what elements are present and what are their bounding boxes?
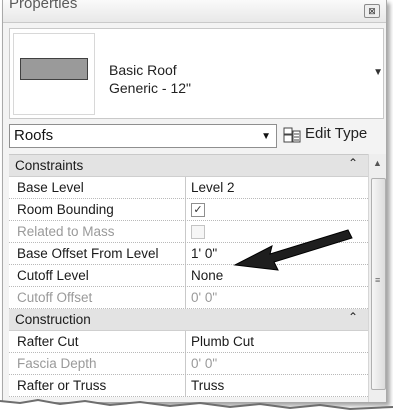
- property-row-rafter-cut[interactable]: Rafter Cut Plumb Cut: [9, 331, 368, 353]
- vertical-scrollbar[interactable]: ▲ ≡: [368, 154, 386, 402]
- property-name: Rafter or Truss: [17, 378, 107, 393]
- property-value[interactable]: Level 2: [191, 180, 235, 195]
- group-header-construction[interactable]: Construction ⌃: [9, 309, 368, 331]
- column-divider: [185, 331, 186, 352]
- scrollbar-thumb[interactable]: ≡: [371, 178, 386, 390]
- property-value: 0' 0": [191, 356, 218, 371]
- property-row-base-level[interactable]: Base Level Level 2: [9, 177, 368, 199]
- column-divider: [185, 243, 186, 264]
- scroll-up-icon[interactable]: ▲: [373, 158, 382, 168]
- property-value[interactable]: None: [191, 268, 223, 283]
- group-header-constraints[interactable]: Constraints ⌃: [9, 155, 368, 177]
- column-divider: [185, 287, 186, 308]
- property-name: Rafter Cut: [17, 334, 79, 349]
- type-family-name: Basic Roof: [109, 62, 177, 78]
- property-row-fascia-depth: Fascia Depth 0' 0": [9, 353, 368, 375]
- column-divider: [185, 221, 186, 242]
- property-row-cutoff-offset: Cutoff Offset 0' 0": [9, 287, 368, 309]
- edit-type-icon: [283, 127, 301, 143]
- property-name: Cutoff Offset: [17, 290, 93, 305]
- property-name: Room Bounding: [17, 202, 114, 217]
- property-name: Base Level: [17, 180, 84, 195]
- properties-palette: Properties ⊠ Basic Roof Generic - 12" ▼ …: [2, 0, 387, 403]
- column-divider: [185, 265, 186, 286]
- room-bounding-checkbox[interactable]: ✓: [191, 203, 205, 217]
- property-row-rafter-or-truss[interactable]: Rafter or Truss Truss: [9, 375, 368, 397]
- type-variant-name: Generic - 12": [109, 80, 192, 96]
- type-preview-image: [13, 33, 95, 115]
- instance-filter-row: Roofs ▼ Edit Type: [9, 124, 382, 148]
- roof-swatch: [20, 58, 88, 80]
- collapse-icon[interactable]: ⌃: [348, 156, 358, 170]
- torn-edge-decoration: [0, 398, 393, 415]
- group-label: Constraints: [15, 158, 84, 173]
- related-to-mass-checkbox: [191, 225, 205, 239]
- column-divider: [185, 177, 186, 198]
- chevron-down-icon[interactable]: ▼: [261, 131, 271, 142]
- column-divider: [185, 375, 186, 396]
- annotation-arrow-icon: [233, 229, 353, 271]
- property-name: Cutoff Level: [17, 268, 89, 283]
- property-value: 0' 0": [191, 290, 218, 305]
- property-value[interactable]: Plumb Cut: [191, 334, 254, 349]
- type-name: Basic Roof Generic - 12": [109, 61, 191, 97]
- group-label: Construction: [15, 312, 91, 327]
- collapse-icon[interactable]: ⌃: [348, 310, 358, 324]
- instance-filter-value: Roofs: [14, 127, 54, 144]
- column-divider: [185, 353, 186, 374]
- grip-icon: ≡: [375, 275, 381, 285]
- property-value[interactable]: Truss: [191, 378, 224, 393]
- property-name: Fascia Depth: [17, 356, 97, 371]
- property-name: Related to Mass: [17, 224, 115, 239]
- chevron-down-icon[interactable]: ▼: [373, 67, 383, 78]
- column-divider: [185, 199, 186, 220]
- close-icon[interactable]: ⊠: [364, 4, 380, 18]
- property-value[interactable]: 1' 0": [191, 246, 217, 261]
- edit-type-button[interactable]: Edit Type: [283, 124, 382, 146]
- palette-title: Properties: [9, 0, 78, 12]
- edit-type-label: Edit Type: [305, 125, 368, 142]
- type-selector[interactable]: Basic Roof Generic - 12" ▼: [9, 28, 384, 119]
- property-name: Base Offset From Level: [17, 246, 159, 261]
- instance-filter-select[interactable]: Roofs ▼: [9, 124, 277, 148]
- palette-title-bar[interactable]: Properties ⊠: [3, 0, 386, 23]
